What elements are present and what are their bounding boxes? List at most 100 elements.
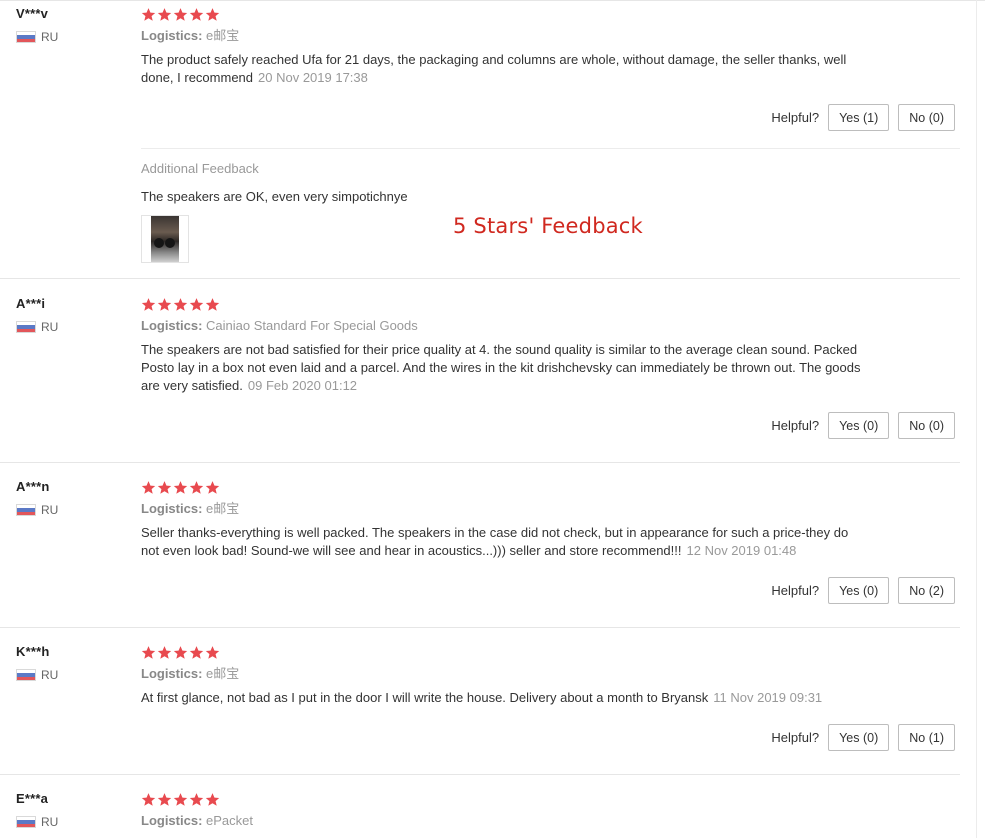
star-rating xyxy=(141,296,961,312)
star-icon xyxy=(157,480,172,494)
review-content: Logistics: ePacket xyxy=(141,791,961,829)
review-date: 11 Nov 2019 09:31 xyxy=(713,690,823,705)
reviewer-country: RU xyxy=(16,668,58,682)
helpful-yes-button[interactable]: Yes (1) xyxy=(828,104,890,131)
logistics-line: Logistics: e邮宝 xyxy=(141,501,961,517)
review-content: Logistics: e邮宝 The product safely reache… xyxy=(141,6,961,87)
helpful-controls: Helpful? Yes (0) No (1) xyxy=(771,724,955,751)
star-rating xyxy=(141,479,961,495)
review-divider xyxy=(0,462,960,463)
star-icon xyxy=(141,297,156,311)
star-icon xyxy=(173,7,188,21)
right-border xyxy=(976,0,977,838)
review-body: The product safely reached Ufa for 21 da… xyxy=(141,52,847,85)
reviewer-info: A***i RU xyxy=(16,296,58,334)
review-content: Logistics: e邮宝 Seller thanks-everything … xyxy=(141,479,961,560)
star-rating xyxy=(141,6,961,22)
logistics-line: Logistics: Cainiao Standard For Special … xyxy=(141,318,961,334)
reviewer-info: K***h RU xyxy=(16,644,58,682)
star-icon xyxy=(205,7,220,21)
logistics-label: Logistics: xyxy=(141,813,203,828)
additional-feedback-text: The speakers are OK, even very simpotich… xyxy=(141,189,408,204)
helpful-yes-button[interactable]: Yes (0) xyxy=(828,724,890,751)
additional-feedback-title: Additional Feedback xyxy=(141,161,259,176)
star-icon xyxy=(189,792,204,806)
review-divider xyxy=(0,774,960,775)
logistics-line: Logistics: e邮宝 xyxy=(141,28,961,44)
logistics-value: e邮宝 xyxy=(206,501,240,516)
country-code: RU xyxy=(41,503,59,517)
country-code: RU xyxy=(41,320,59,334)
review-body: At first glance, not bad as I put in the… xyxy=(141,690,709,705)
review-text: Seller thanks-everything is well packed.… xyxy=(141,524,861,560)
logistics-label: Logistics: xyxy=(141,501,203,516)
helpful-label: Helpful? xyxy=(771,730,820,745)
star-icon xyxy=(173,645,188,659)
reviewer-info: V***v RU xyxy=(16,6,58,44)
helpful-yes-button[interactable]: Yes (0) xyxy=(828,577,890,604)
review-date: 09 Feb 2020 01:12 xyxy=(247,378,358,393)
russia-flag-icon xyxy=(16,816,36,828)
star-icon xyxy=(205,297,220,311)
reviewer-name: A***n xyxy=(16,479,50,494)
helpful-label: Helpful? xyxy=(771,583,820,598)
star-icon xyxy=(189,645,204,659)
review-content: Logistics: Cainiao Standard For Special … xyxy=(141,296,961,395)
logistics-label: Logistics: xyxy=(141,666,203,681)
reviewer-name: K***h xyxy=(16,644,50,659)
helpful-no-button[interactable]: No (2) xyxy=(898,577,955,604)
star-icon xyxy=(141,7,156,21)
star-icon xyxy=(157,645,172,659)
additional-divider xyxy=(141,148,960,149)
country-code: RU xyxy=(41,815,59,829)
reviewer-country: RU xyxy=(16,815,58,829)
reviewer-country: RU xyxy=(16,30,58,44)
russia-flag-icon xyxy=(16,669,36,681)
russia-flag-icon xyxy=(16,321,36,333)
reviewer-country: RU xyxy=(16,320,58,334)
helpful-label: Helpful? xyxy=(771,110,820,125)
logistics-value: ePacket xyxy=(206,813,254,828)
review-item: E***a RU Logistics: ePacket xyxy=(0,791,960,838)
review-item: A***i RU Logistics: Cainiao Standard For… xyxy=(0,296,960,456)
star-icon xyxy=(205,792,220,806)
helpful-no-button[interactable]: No (0) xyxy=(898,412,955,439)
review-divider xyxy=(0,278,960,279)
helpful-no-button[interactable]: No (1) xyxy=(898,724,955,751)
reviewer-info: E***a RU xyxy=(16,791,58,829)
logistics-line: Logistics: ePacket xyxy=(141,813,961,829)
review-photo-thumbnail[interactable] xyxy=(141,215,189,263)
reviewer-info: A***n RU xyxy=(16,479,58,517)
review-date: 12 Nov 2019 01:48 xyxy=(686,543,797,558)
star-icon xyxy=(189,7,204,21)
review-divider xyxy=(0,627,960,628)
star-icon xyxy=(173,480,188,494)
helpful-yes-button[interactable]: Yes (0) xyxy=(828,412,890,439)
helpful-controls: Helpful? Yes (0) No (0) xyxy=(771,412,955,439)
country-code: RU xyxy=(41,30,59,44)
helpful-no-button[interactable]: No (0) xyxy=(898,104,955,131)
logistics-label: Logistics: xyxy=(141,28,203,43)
star-icon xyxy=(205,480,220,494)
reviewer-name: V***v xyxy=(16,6,49,21)
helpful-controls: Helpful? Yes (1) No (0) xyxy=(771,104,955,131)
review-date: 20 Nov 2019 17:38 xyxy=(258,70,368,85)
reviewer-name: A***i xyxy=(16,296,46,311)
star-icon xyxy=(173,297,188,311)
review-text: The speakers are not bad satisfied for t… xyxy=(141,341,861,395)
overlay-caption: 5 Stars' Feedback xyxy=(453,214,643,238)
star-icon xyxy=(141,480,156,494)
star-icon xyxy=(173,792,188,806)
country-code: RU xyxy=(41,668,59,682)
star-icon xyxy=(157,792,172,806)
review-text: At first glance, not bad as I put in the… xyxy=(141,689,861,707)
logistics-value: Cainiao Standard For Special Goods xyxy=(206,318,418,333)
reviewer-name: E***a xyxy=(16,791,49,806)
logistics-value: e邮宝 xyxy=(206,28,240,43)
star-icon xyxy=(141,792,156,806)
speaker-photo xyxy=(151,216,179,262)
review-content: Logistics: e邮宝 At first glance, not bad … xyxy=(141,644,961,707)
logistics-value: e邮宝 xyxy=(206,666,240,681)
star-icon xyxy=(189,480,204,494)
star-rating xyxy=(141,644,961,660)
